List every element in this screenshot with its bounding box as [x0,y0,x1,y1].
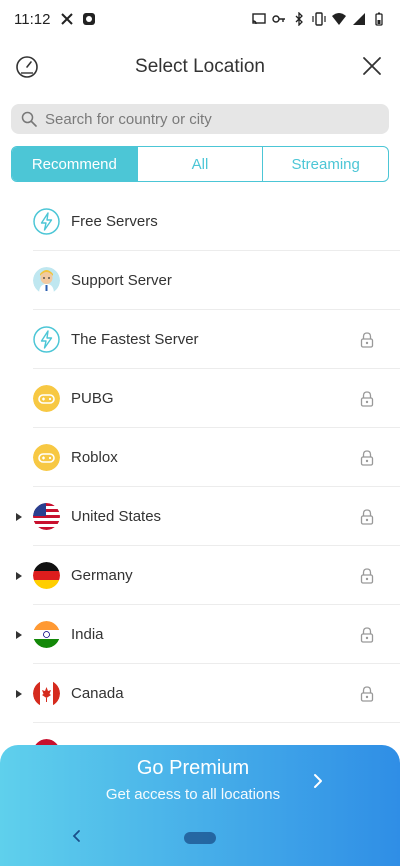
germany-flag-icon [33,562,60,589]
list-item-united-states[interactable]: United States [0,487,400,546]
gamepad-icon [33,444,60,471]
signal-icon [353,13,365,25]
notification-app-icon [83,13,96,25]
tab-recommend[interactable]: Recommend [12,147,138,181]
list-item-india[interactable]: India [0,605,400,664]
tab-streaming[interactable]: Streaming [263,147,388,181]
list-item-free-servers[interactable]: Free Servers [0,192,400,251]
gamepad-icon [33,385,60,412]
india-flag-icon [33,621,60,648]
lightning-icon [33,208,60,235]
location-tabs: Recommend All Streaming [11,146,389,182]
list-item-label: The Fastest Server [71,331,199,348]
list-item-label: Germany [71,567,133,584]
support-avatar-icon [33,267,60,294]
search-icon [21,111,37,127]
list-item-label: Roblox [71,449,118,466]
list-item-fastest-server[interactable]: The Fastest Server [0,310,400,369]
lock-icon [360,449,374,466]
battery-icon [375,12,383,26]
lock-icon [360,685,374,702]
expand-arrow-icon[interactable] [14,630,24,640]
list-item-label: PUBG [71,390,114,407]
page-title: Select Location [135,56,265,77]
lock-icon [360,390,374,407]
list-item-roblox[interactable]: Roblox [0,428,400,487]
lock-icon [360,331,374,348]
vibrate-icon [312,12,326,26]
nav-home-pill[interactable] [184,832,216,844]
list-item-canada[interactable]: Canada [0,664,400,723]
x-app-icon [61,13,74,25]
lock-icon [360,626,374,643]
status-bar: 11:12 [0,0,400,38]
list-item-label: United States [71,508,162,525]
lock-icon [360,567,374,584]
premium-subtitle: Get access to all locations [105,786,281,803]
speedometer-icon[interactable] [14,54,40,80]
status-time: 11:12 [14,10,51,28]
list-item-label: Canada [71,685,124,702]
lock-icon [360,508,374,525]
expand-arrow-icon[interactable] [14,689,24,699]
vpn-key-icon [272,15,285,23]
chevron-right-icon[interactable] [312,773,324,789]
premium-title: Go Premium [136,757,250,779]
list-item-pubg[interactable]: PUBG [0,369,400,428]
canada-flag-icon [33,680,60,707]
expand-arrow-icon[interactable] [14,571,24,581]
us-flag-icon [33,503,60,530]
server-list: Free Servers Support Server The Fastest … [0,192,400,782]
list-item-label: Support Server [71,272,172,289]
wifi-icon [332,13,346,25]
search-bar[interactable] [11,104,389,134]
search-input[interactable] [45,110,365,128]
list-item-label: Free Servers [71,213,158,230]
lightning-icon [33,326,60,353]
list-item-support-server[interactable]: Support Server [0,251,400,310]
list-item-label: India [71,626,104,643]
list-item-germany[interactable]: Germany [0,546,400,605]
expand-arrow-icon[interactable] [14,512,24,522]
bluetooth-icon [295,12,303,26]
cast-icon [252,13,266,25]
close-icon[interactable] [360,54,384,78]
go-premium-banner[interactable]: Go Premium Get access to all locations [0,745,400,866]
nav-back-icon[interactable] [70,829,84,843]
header: Select Location [0,44,400,90]
tab-all[interactable]: All [138,147,264,181]
